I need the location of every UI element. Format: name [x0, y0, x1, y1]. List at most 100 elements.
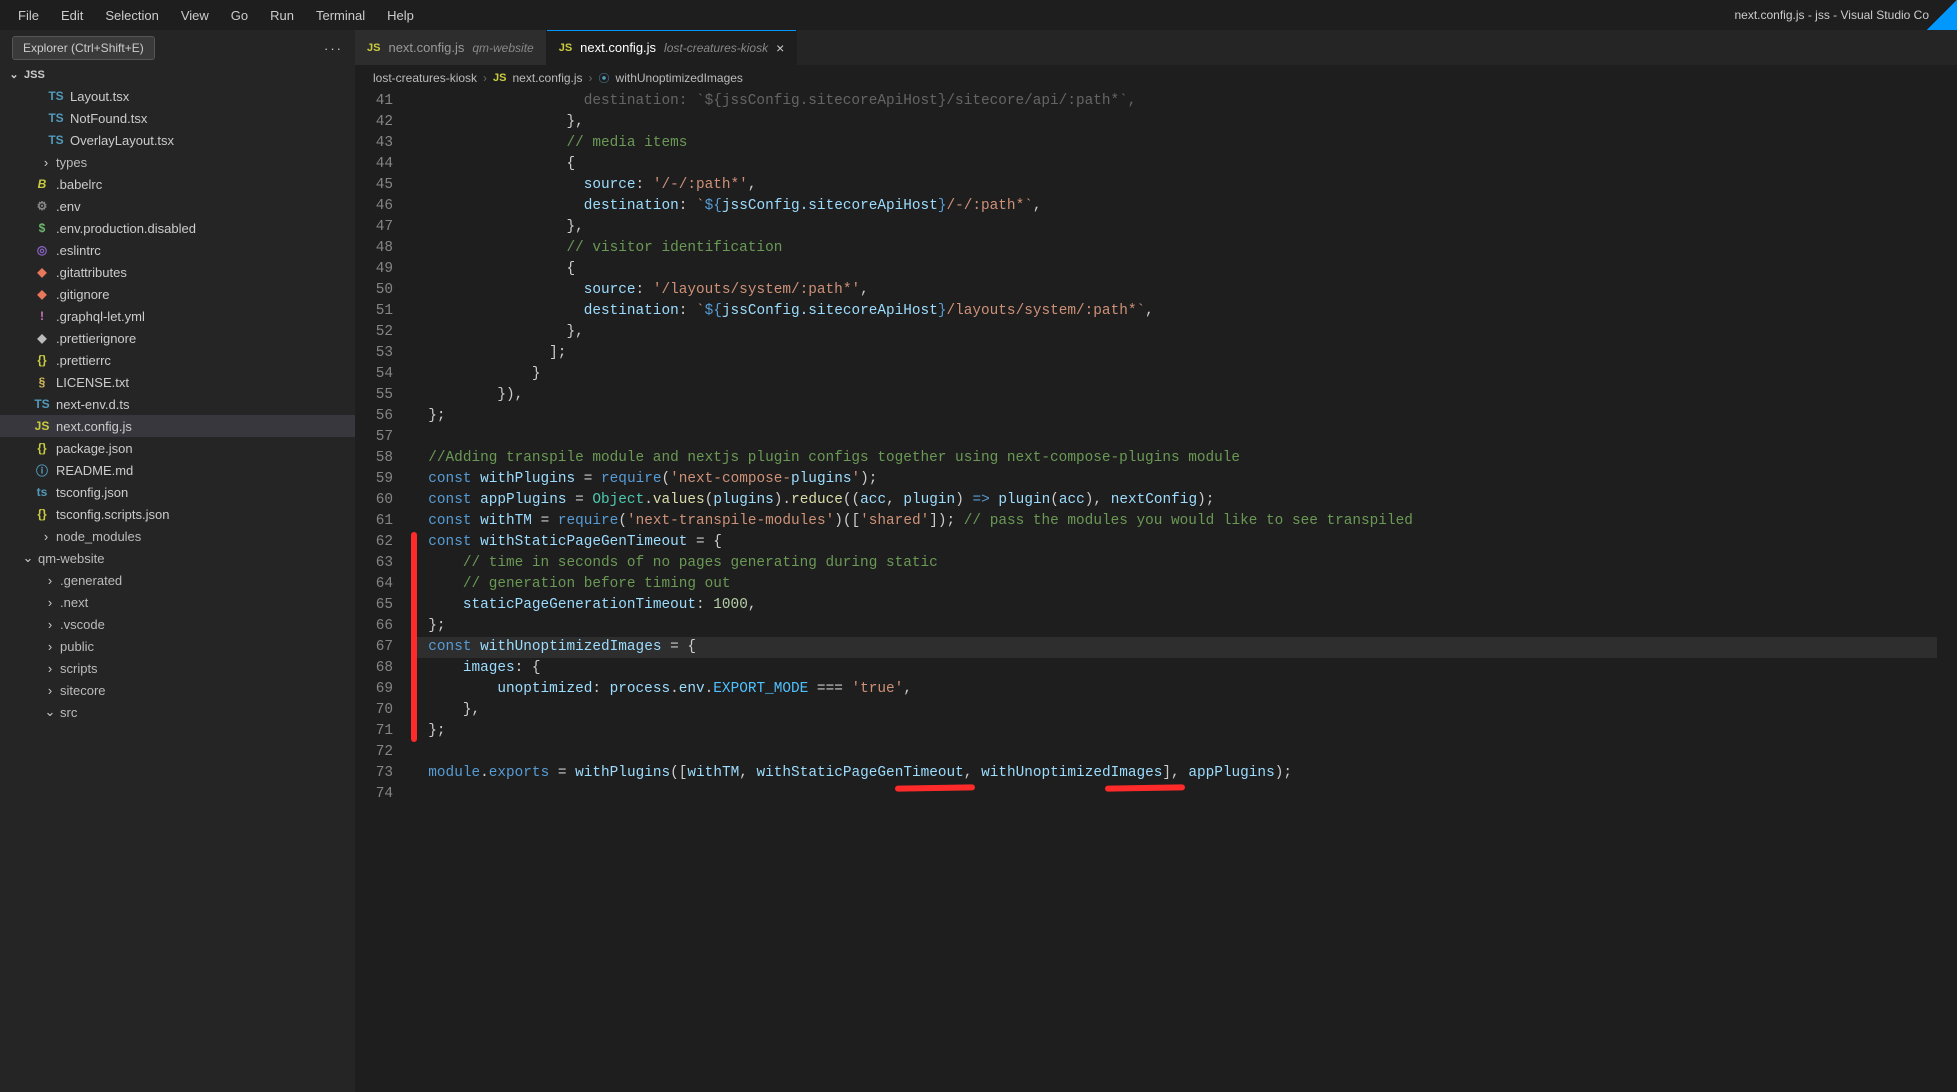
- editor-tab[interactable]: JSnext.config.jslost-creatures-kiosk×: [547, 30, 798, 65]
- line-number: 63: [355, 553, 393, 574]
- code-line[interactable]: //Adding transpile module and nextjs plu…: [411, 448, 1937, 469]
- code-line[interactable]: },: [411, 322, 1937, 343]
- file-item[interactable]: {}.prettierrc: [0, 349, 355, 371]
- file-item[interactable]: !.graphql-let.yml: [0, 305, 355, 327]
- code-line[interactable]: ];: [411, 343, 1937, 364]
- code-line[interactable]: };: [411, 721, 1937, 742]
- code-line[interactable]: };: [411, 616, 1937, 637]
- file-item[interactable]: B.babelrc: [0, 173, 355, 195]
- code-line[interactable]: source: '/layouts/system/:path*',: [411, 280, 1937, 301]
- line-number: 61: [355, 511, 393, 532]
- menu-file[interactable]: File: [8, 4, 49, 27]
- code-line[interactable]: // media items: [411, 133, 1937, 154]
- code-line[interactable]: const withTM = require('next-transpile-m…: [411, 511, 1937, 532]
- folder-item[interactable]: ›public: [0, 635, 355, 657]
- code-line[interactable]: }),: [411, 385, 1937, 406]
- menu-selection[interactable]: Selection: [95, 4, 168, 27]
- file-item[interactable]: TSLayout.tsx: [0, 85, 355, 107]
- code-line[interactable]: module.exports = withPlugins([withTM, wi…: [411, 763, 1937, 784]
- file-tree[interactable]: TSLayout.tsxTSNotFound.tsxTSOverlayLayou…: [0, 85, 355, 1092]
- editor-tab[interactable]: JSnext.config.jsqm-website: [355, 30, 547, 65]
- code-line[interactable]: destination: `${jssConfig.sitecoreApiHos…: [411, 91, 1937, 112]
- folder-item[interactable]: ›types: [0, 151, 355, 173]
- folder-item[interactable]: ›scripts: [0, 657, 355, 679]
- file-item[interactable]: ◆.gitattributes: [0, 261, 355, 283]
- file-item[interactable]: tstsconfig.json: [0, 481, 355, 503]
- line-number: 74: [355, 784, 393, 805]
- line-number: 49: [355, 259, 393, 280]
- code-line[interactable]: {: [411, 154, 1937, 175]
- code-line[interactable]: unoptimized: process.env.EXPORT_MODE ===…: [411, 679, 1937, 700]
- code-line[interactable]: },: [411, 700, 1937, 721]
- menu-run[interactable]: Run: [260, 4, 304, 27]
- js-file-icon: JS: [493, 72, 506, 84]
- code-line[interactable]: const withPlugins = require('next-compos…: [411, 469, 1937, 490]
- line-number: 53: [355, 343, 393, 364]
- menu-view[interactable]: View: [171, 4, 219, 27]
- breadcrumb-file[interactable]: next.config.js: [513, 71, 583, 85]
- file-item[interactable]: TSNotFound.tsx: [0, 107, 355, 129]
- code-line[interactable]: },: [411, 112, 1937, 133]
- code-line[interactable]: }: [411, 364, 1937, 385]
- code-line[interactable]: staticPageGenerationTimeout: 1000,: [411, 595, 1937, 616]
- file-item[interactable]: $.env.production.disabled: [0, 217, 355, 239]
- folder-item[interactable]: ›sitecore: [0, 679, 355, 701]
- file-item[interactable]: {}package.json: [0, 437, 355, 459]
- folder-name: scripts: [60, 661, 98, 676]
- code-line[interactable]: // time in seconds of no pages generatin…: [411, 553, 1937, 574]
- file-item[interactable]: TSnext-env.d.ts: [0, 393, 355, 415]
- code-line[interactable]: const withUnoptimizedImages = {: [411, 637, 1937, 658]
- more-actions-icon[interactable]: ···: [324, 41, 349, 56]
- line-number: 52: [355, 322, 393, 343]
- folder-item[interactable]: ⌄src: [0, 701, 355, 723]
- code-line[interactable]: source: '/-/:path*',: [411, 175, 1937, 196]
- project-header[interactable]: ⌄ JSS: [0, 64, 355, 85]
- folder-item[interactable]: ›​.generated: [0, 569, 355, 591]
- file-name: tsconfig.scripts.json: [56, 507, 169, 522]
- close-icon[interactable]: ×: [776, 40, 784, 56]
- file-item[interactable]: ◎.eslintrc: [0, 239, 355, 261]
- breadcrumb-symbol[interactable]: withUnoptimizedImages: [616, 71, 743, 85]
- file-item[interactable]: ◆.prettierignore: [0, 327, 355, 349]
- code-line[interactable]: destination: `${jssConfig.sitecoreApiHos…: [411, 196, 1937, 217]
- code-line[interactable]: };: [411, 406, 1937, 427]
- code-editor[interactable]: 4142434445464748495051525354555657585960…: [355, 91, 1957, 1092]
- line-number: 46: [355, 196, 393, 217]
- folder-item[interactable]: ›node_modules: [0, 525, 355, 547]
- breadcrumb[interactable]: lost-creatures-kiosk › JS next.config.js…: [355, 65, 1957, 91]
- menu-terminal[interactable]: Terminal: [306, 4, 375, 27]
- file-item[interactable]: ⚙.env: [0, 195, 355, 217]
- file-item[interactable]: TSOverlayLayout.tsx: [0, 129, 355, 151]
- file-item[interactable]: ⓘREADME.md: [0, 459, 355, 481]
- line-number: 72: [355, 742, 393, 763]
- code-line[interactable]: },: [411, 217, 1937, 238]
- code-line[interactable]: [411, 427, 1937, 448]
- folder-item[interactable]: ›.vscode: [0, 613, 355, 635]
- file-name: Layout.tsx: [70, 89, 129, 104]
- menu-help[interactable]: Help: [377, 4, 424, 27]
- breadcrumb-folder[interactable]: lost-creatures-kiosk: [373, 71, 477, 85]
- sidebar: Explorer (Ctrl+Shift+E) ··· ⌄ JSS TSLayo…: [0, 30, 355, 1092]
- chevron-icon: ›: [40, 529, 52, 544]
- menu-go[interactable]: Go: [221, 4, 258, 27]
- menu-edit[interactable]: Edit: [51, 4, 93, 27]
- code-line[interactable]: // generation before timing out: [411, 574, 1937, 595]
- folder-item[interactable]: ⌄qm-website: [0, 547, 355, 569]
- file-item[interactable]: JSnext.config.js: [0, 415, 355, 437]
- code-line[interactable]: // visitor identification: [411, 238, 1937, 259]
- file-type-icon: {}: [34, 353, 50, 367]
- code-line[interactable]: destination: `${jssConfig.sitecoreApiHos…: [411, 301, 1937, 322]
- code-content[interactable]: destination: `${jssConfig.sitecoreApiHos…: [411, 91, 1957, 1092]
- code-line[interactable]: const appPlugins = Object.values(plugins…: [411, 490, 1937, 511]
- explorer-button[interactable]: Explorer (Ctrl+Shift+E): [12, 36, 155, 60]
- chevron-icon: ›: [44, 683, 56, 698]
- file-item[interactable]: {}tsconfig.scripts.json: [0, 503, 355, 525]
- code-line[interactable]: images: {: [411, 658, 1937, 679]
- file-item[interactable]: ◆.gitignore: [0, 283, 355, 305]
- code-line[interactable]: [411, 742, 1937, 763]
- code-line[interactable]: {: [411, 259, 1937, 280]
- code-line[interactable]: const withStaticPageGenTimeout = {: [411, 532, 1937, 553]
- line-number: 44: [355, 154, 393, 175]
- file-item[interactable]: §LICENSE.txt: [0, 371, 355, 393]
- folder-item[interactable]: ›.next: [0, 591, 355, 613]
